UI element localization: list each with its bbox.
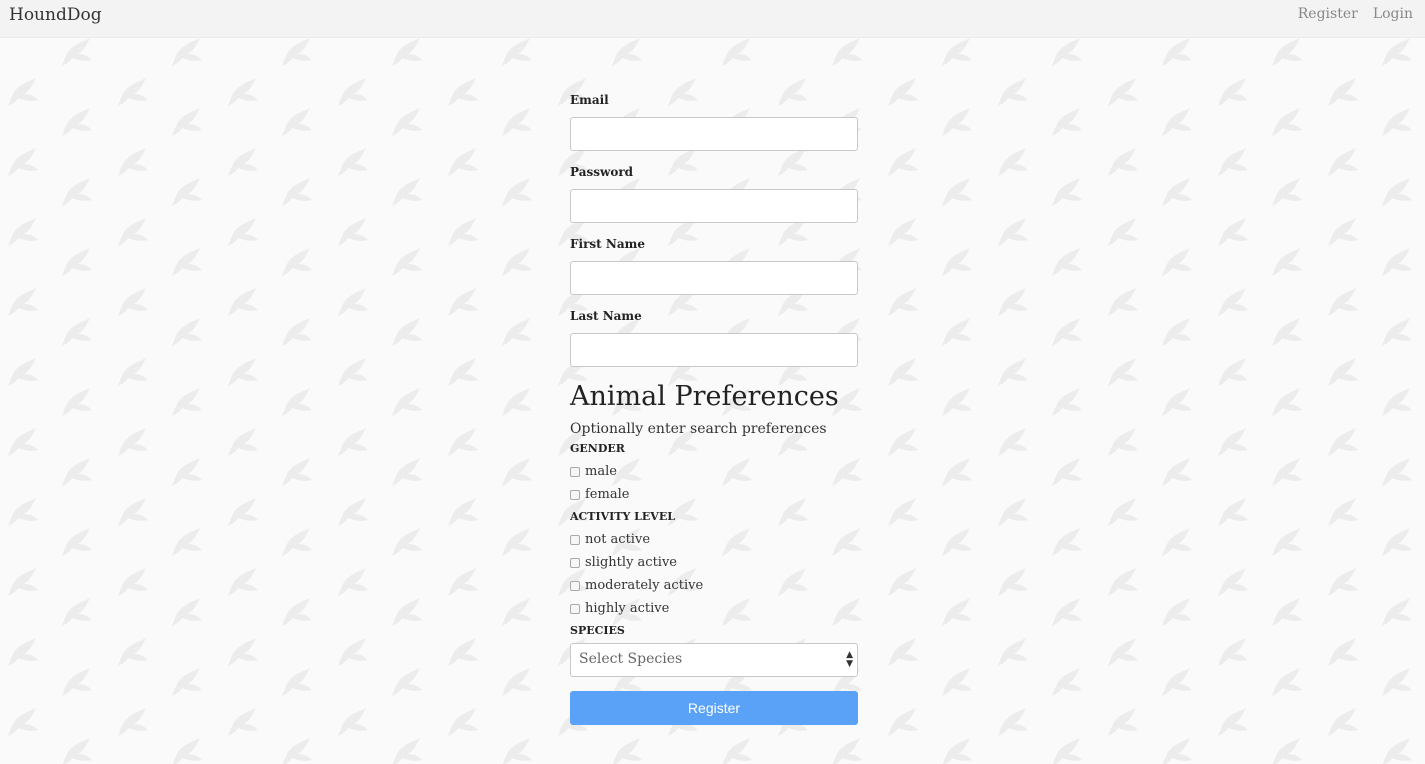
slightly-active-checkbox[interactable] bbox=[570, 557, 580, 568]
activity-option-moderately-active[interactable]: moderately active bbox=[570, 574, 858, 597]
female-checkbox[interactable] bbox=[570, 489, 580, 500]
last-name-label: Last Name bbox=[570, 309, 642, 323]
navbar: HoundDog Register Login bbox=[0, 0, 1425, 38]
species-selected-value: Select Species bbox=[579, 651, 683, 667]
species-label: SPECIES bbox=[570, 624, 625, 637]
activity-option-slightly-active[interactable]: slightly active bbox=[570, 551, 858, 574]
activity-level-label: ACTIVITY LEVEL bbox=[570, 510, 675, 523]
brand-link[interactable]: HoundDog bbox=[9, 5, 102, 25]
first-name-field[interactable] bbox=[570, 261, 858, 295]
gender-label: GENDER bbox=[570, 442, 625, 455]
register-button[interactable]: Register bbox=[570, 691, 858, 725]
email-label: Email bbox=[570, 93, 609, 107]
highly-active-checkbox[interactable] bbox=[570, 603, 580, 614]
first-name-label: First Name bbox=[570, 237, 645, 251]
activity-option-not-active[interactable]: not active bbox=[570, 528, 858, 551]
email-field[interactable] bbox=[570, 117, 858, 151]
not-active-checkbox[interactable] bbox=[570, 534, 580, 545]
moderately-active-label: moderately active bbox=[585, 578, 704, 593]
password-field[interactable] bbox=[570, 189, 858, 223]
species-select[interactable]: Select Species ▲ ▼ bbox=[570, 643, 858, 677]
password-label: Password bbox=[570, 165, 634, 179]
moderately-active-checkbox[interactable] bbox=[570, 580, 580, 591]
nav-register-link[interactable]: Register bbox=[1298, 6, 1358, 22]
male-checkbox[interactable] bbox=[570, 466, 580, 477]
last-name-field[interactable] bbox=[570, 333, 858, 367]
not-active-label: not active bbox=[585, 532, 651, 547]
highly-active-label: highly active bbox=[585, 601, 670, 616]
male-label: male bbox=[585, 464, 617, 479]
activity-option-highly-active[interactable]: highly active bbox=[570, 597, 858, 620]
nav-login-link[interactable]: Login bbox=[1373, 6, 1413, 22]
registration-form: Email Password First Name Last Name Anim… bbox=[570, 92, 858, 725]
select-arrows-icon: ▲ ▼ bbox=[846, 650, 853, 669]
gender-option-male[interactable]: male bbox=[570, 460, 858, 483]
female-label: female bbox=[585, 487, 630, 502]
slightly-active-label: slightly active bbox=[585, 555, 677, 570]
nav-links: Register Login bbox=[1298, 6, 1413, 22]
gender-option-female[interactable]: female bbox=[570, 483, 858, 506]
preferences-title: Animal Preferences bbox=[570, 381, 839, 412]
preferences-subtitle: Optionally enter search preferences bbox=[570, 421, 827, 437]
